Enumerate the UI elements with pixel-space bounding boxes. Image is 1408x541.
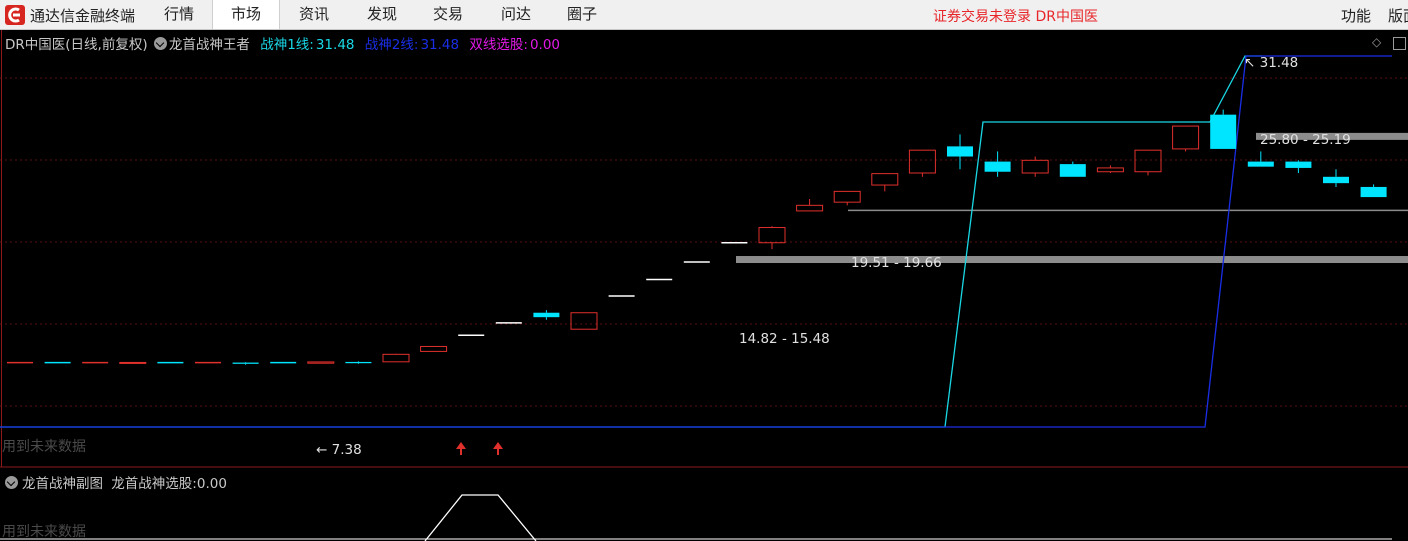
candle-down	[984, 161, 1011, 172]
sub-chart-value: 0.00	[196, 476, 227, 492]
candle-up	[1021, 159, 1049, 174]
login-status[interactable]: 证券交易未登录 DR中国医	[933, 6, 1098, 26]
sub-future-data-label: 用到未来数据	[2, 524, 86, 540]
menu-bar: 通达信金融终端 行情 市场 资讯 发现 交易 问达 圈子 证券交易未登录 DR中…	[0, 0, 1408, 30]
candle-up	[307, 361, 335, 364]
candle-down	[1210, 114, 1237, 149]
level-label: 14.82 - 15.48	[739, 331, 830, 347]
price-chart[interactable]: ← 7.38 14.82 - 15.48 19.51 - 19.66 25.80 - …	[0, 30, 1408, 541]
menu-item-hangqing[interactable]: 行情	[148, 0, 210, 29]
candle-down	[345, 361, 372, 364]
app-name: 通达信金融终端	[30, 7, 136, 25]
candle-down	[947, 146, 973, 157]
candle-up	[908, 149, 936, 174]
level-label: 25.80 - 25.19	[1260, 132, 1351, 148]
candle-up	[1172, 125, 1200, 150]
menu-item-faxian[interactable]: 发现	[350, 0, 414, 29]
menu-item-quanzi[interactable]: 圈子	[550, 0, 614, 29]
menu-item-banmian[interactable]: 版面	[1388, 5, 1408, 26]
candle-up	[758, 227, 786, 244]
menu-item-jiaoyi[interactable]: 交易	[416, 0, 480, 29]
candle-down	[533, 312, 560, 318]
candle-up	[833, 190, 861, 203]
candle-up	[382, 353, 410, 363]
sub-signal-line	[424, 494, 537, 541]
menu-item-wenda[interactable]: 问达	[484, 0, 548, 29]
candle-up	[871, 173, 899, 186]
candle-down	[1247, 161, 1274, 167]
candle-down	[1360, 186, 1387, 198]
future-data-label: 用到未来数据	[2, 439, 86, 455]
level-label: 19.51 - 19.66	[851, 255, 942, 271]
candle-down	[1285, 161, 1312, 168]
candle-down	[1059, 164, 1086, 177]
signal-arrow-icon	[456, 442, 466, 449]
level-zone	[736, 256, 1408, 264]
chevron-down-icon[interactable]	[5, 476, 18, 489]
menu-item-shichang[interactable]: 市场	[212, 0, 280, 29]
sub-chart-title[interactable]: 龙首战神副图	[22, 476, 103, 492]
candle-up	[1096, 167, 1124, 173]
candle-up	[420, 345, 448, 352]
menu-item-zixun[interactable]: 资讯	[282, 0, 346, 29]
candle-down	[232, 362, 259, 364]
high-price-label: ↖ 31.48	[1244, 55, 1298, 71]
candle-up	[796, 204, 824, 212]
candle-up	[1134, 149, 1162, 173]
candle-up	[119, 361, 147, 364]
candle-up	[570, 312, 598, 330]
signal-arrow-icon	[493, 442, 503, 449]
sub-chart-header: 龙首战神副图 龙首战神选股:0.00	[5, 472, 227, 492]
app-logo-icon	[5, 5, 25, 25]
menu-item-gongneng[interactable]: 功能	[1341, 5, 1371, 26]
candle-down	[1323, 176, 1349, 184]
sub-chart-label: 龙首战神选股:	[111, 476, 197, 492]
low-price-label: ← 7.38	[316, 442, 362, 458]
